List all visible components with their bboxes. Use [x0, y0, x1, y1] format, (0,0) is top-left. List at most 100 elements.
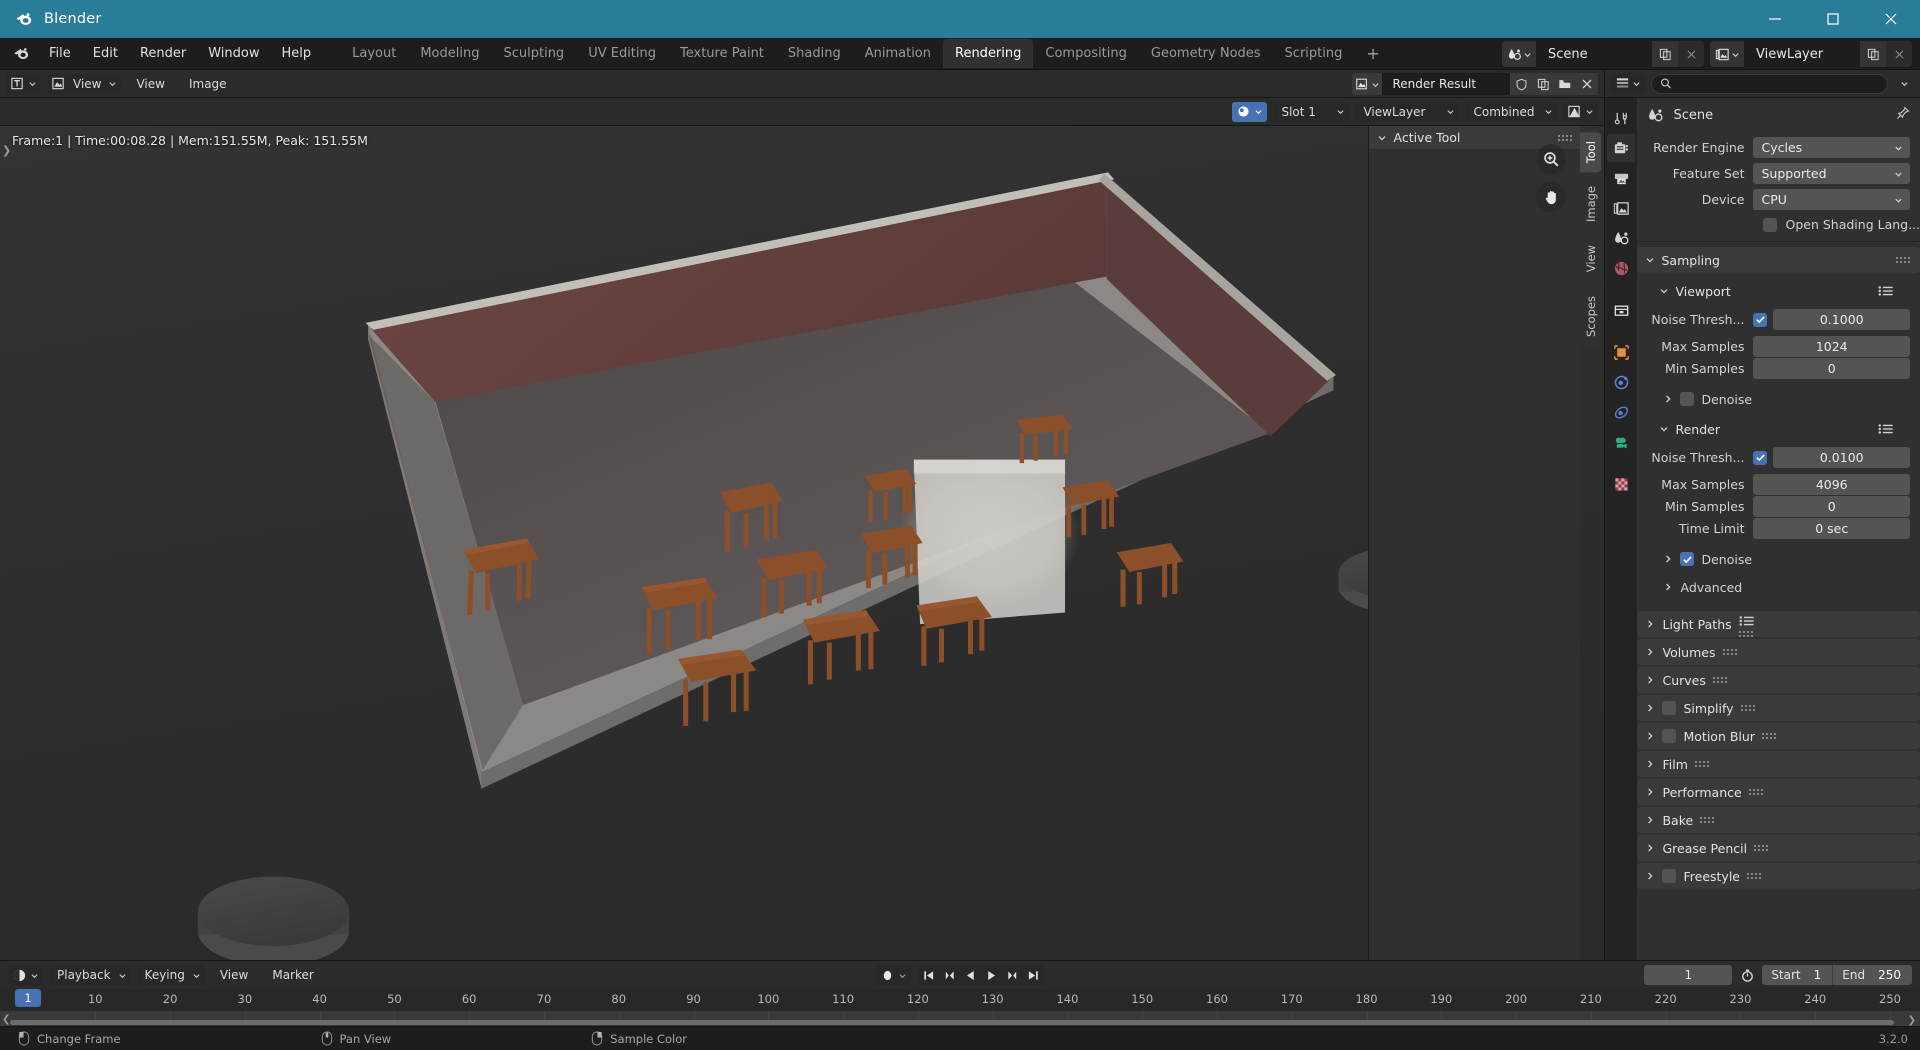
new-view-layer-button[interactable]	[1860, 41, 1886, 67]
viewport-denoise-row[interactable]: Denoise	[1637, 387, 1920, 411]
advanced-subpanel-row[interactable]: Advanced	[1637, 575, 1920, 599]
open-toolbar-arrow[interactable]: ❯	[2, 144, 11, 157]
jump-to-next-keyframe-button[interactable]	[1002, 965, 1023, 985]
panel-grease-pencil[interactable]: Grease Pencil	[1637, 835, 1920, 861]
properties-search-box[interactable]	[1651, 73, 1888, 94]
physics-tab[interactable]	[1607, 398, 1635, 426]
timeline-scroll-left-arrow[interactable]: ❮	[2, 1014, 10, 1025]
panel-bake[interactable]: Bake	[1637, 807, 1920, 833]
use-preview-range-button[interactable]	[1735, 965, 1759, 985]
open-image-button[interactable]	[1554, 73, 1577, 95]
viewport-preset-icon[interactable]	[1878, 282, 1894, 301]
properties-search-input[interactable]	[1678, 76, 1879, 91]
timeline-menu-keying[interactable]: Keying	[136, 965, 205, 985]
sidebar-tab-tool[interactable]: Tool	[1580, 132, 1602, 173]
render-subpanel-header[interactable]: Render	[1637, 417, 1920, 441]
timeline-menu-playback[interactable]: Playback	[49, 965, 131, 985]
viewport-noise-threshold-checkbox[interactable]	[1753, 312, 1768, 327]
panel-freestyle[interactable]: Freestyle	[1637, 863, 1920, 889]
workspace-tab-rendering[interactable]: Rendering	[943, 39, 1034, 68]
play-reverse-button[interactable]	[960, 965, 981, 985]
workspace-tab-uv-editing[interactable]: UV Editing	[576, 39, 668, 68]
workspace-tab-shading[interactable]: Shading	[776, 39, 853, 68]
current-frame-field[interactable]: 1	[1644, 965, 1733, 985]
render-view-toggle[interactable]	[1232, 101, 1268, 122]
properties-editor-type-button[interactable]	[1611, 73, 1646, 94]
end-frame-value[interactable]: 250	[1874, 968, 1912, 982]
render-engine-dropdown[interactable]: Cycles	[1753, 137, 1910, 158]
viewport-max-samples-value[interactable]: 1024	[1753, 336, 1910, 357]
play-button[interactable]	[981, 965, 1002, 985]
render-denoise-checkbox[interactable]	[1680, 552, 1695, 566]
properties-options-button[interactable]	[1894, 79, 1914, 88]
sidebar-tab-view[interactable]: View	[1580, 236, 1602, 282]
simplify-checkbox[interactable]	[1662, 701, 1677, 715]
workspace-tab-modeling[interactable]: Modeling	[408, 39, 491, 68]
world-tab[interactable]	[1607, 254, 1635, 282]
osl-checkbox[interactable]	[1763, 217, 1778, 232]
workspace-tab-layout[interactable]: Layout	[340, 39, 408, 68]
view-layer-tab[interactable]	[1607, 194, 1635, 222]
pin-icon[interactable]	[1895, 106, 1910, 125]
timeline-horizontal-scrollbar[interactable]	[10, 1020, 1894, 1025]
motion-blur-checkbox[interactable]	[1662, 729, 1677, 743]
render-noise-threshold-value[interactable]: 0.0100	[1773, 447, 1910, 468]
collection-tab[interactable]	[1607, 296, 1635, 324]
menu-edit[interactable]: Edit	[82, 41, 129, 66]
modifiers-tab[interactable]	[1607, 368, 1635, 396]
scene-tab[interactable]	[1607, 224, 1635, 252]
scene-data-icon[interactable]	[1502, 41, 1536, 67]
render-min-samples-value[interactable]: 0	[1753, 496, 1910, 517]
image-editor-menu-view[interactable]: View	[127, 74, 173, 94]
view-layer-icon[interactable]	[1710, 41, 1744, 67]
fake-user-button[interactable]	[1510, 73, 1533, 95]
timeline-scroll-right-arrow[interactable]: ❯	[1908, 1015, 1916, 1026]
unlink-image-button[interactable]	[1576, 73, 1599, 95]
zoom-gizmo[interactable]	[1536, 144, 1567, 174]
new-scene-button[interactable]	[1652, 41, 1678, 67]
device-dropdown[interactable]: CPU	[1753, 189, 1910, 210]
render-pass-selector[interactable]: Combined	[1465, 101, 1558, 122]
workspace-tab-geometry-nodes[interactable]: Geometry Nodes	[1139, 39, 1273, 68]
freestyle-checkbox[interactable]	[1662, 869, 1677, 883]
object-tab[interactable]	[1607, 338, 1635, 366]
image-view-mode-button[interactable]: View	[47, 73, 122, 94]
panel-performance[interactable]: Performance	[1637, 779, 1920, 805]
image-editor-canvas[interactable]: ❯ Frame:1 | Time:00:08.28 | Mem:151.55M,…	[0, 126, 1605, 960]
panel-film[interactable]: Film	[1637, 751, 1920, 777]
render-time-limit-value[interactable]: 0 sec	[1753, 518, 1910, 539]
viewport-noise-threshold-value[interactable]: 0.1000	[1773, 309, 1910, 330]
close-button[interactable]	[1862, 0, 1920, 38]
feature-set-dropdown[interactable]: Supported	[1753, 163, 1910, 184]
image-editor-menu-image[interactable]: Image	[180, 74, 236, 94]
timeline-menu-view[interactable]: View	[211, 965, 257, 985]
jump-to-prev-keyframe-button[interactable]	[939, 965, 960, 985]
jump-to-start-button[interactable]	[918, 965, 939, 985]
workspace-tab-texture-paint[interactable]: Texture Paint	[668, 39, 776, 68]
jump-to-end-button[interactable]	[1023, 965, 1044, 985]
workspace-tab-animation[interactable]: Animation	[853, 39, 943, 68]
panel-light-paths[interactable]: Light Paths	[1637, 611, 1920, 637]
timeline-editor-type-button[interactable]	[8, 965, 43, 985]
sidebar-tab-scopes[interactable]: Scopes	[1580, 286, 1602, 346]
workspace-tab-sculpting[interactable]: Sculpting	[491, 39, 576, 68]
new-image-button[interactable]	[1532, 73, 1555, 95]
timeline-ruler[interactable]: 10 20 30 40 50 60 70 80 90 100 110 120 130 140 150 160 1…	[0, 989, 1920, 1026]
render-view-layer-selector[interactable]: ViewLayer	[1355, 101, 1460, 122]
viewport-subpanel-header[interactable]: Viewport	[1637, 279, 1920, 303]
material-tab[interactable]	[1607, 470, 1635, 498]
frame-range-group[interactable]: Start 1 End 250	[1762, 965, 1912, 985]
remove-view-layer-button[interactable]	[1886, 41, 1912, 67]
minimize-button[interactable]	[1746, 0, 1804, 38]
menu-window[interactable]: Window	[197, 41, 270, 66]
viewport-min-samples-value[interactable]: 0	[1753, 358, 1910, 379]
unlink-scene-button[interactable]	[1678, 41, 1704, 67]
light-paths-preset-icon[interactable]	[1739, 612, 1755, 631]
editor-type-button[interactable]	[6, 73, 41, 94]
timeline-menu-marker[interactable]: Marker	[263, 965, 322, 985]
panel-simplify[interactable]: Simplify	[1637, 695, 1920, 721]
view-layer-name[interactable]: ViewLayer	[1744, 41, 1860, 67]
display-channels-selector[interactable]	[1563, 101, 1599, 122]
panel-curves[interactable]: Curves	[1637, 667, 1920, 693]
menu-render[interactable]: Render	[129, 41, 197, 66]
